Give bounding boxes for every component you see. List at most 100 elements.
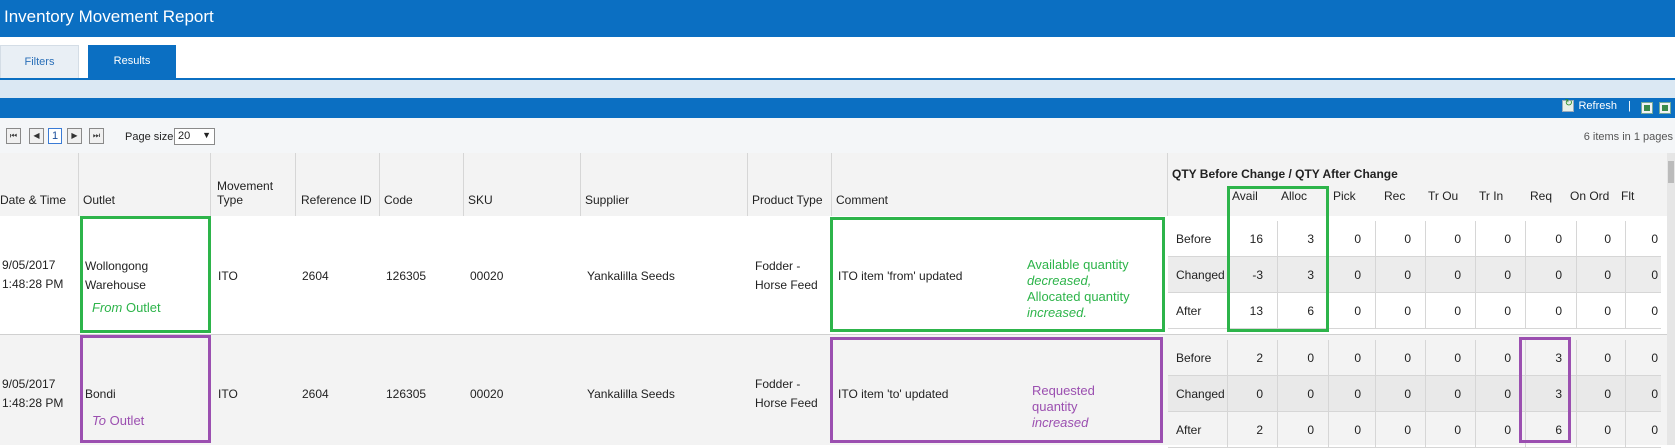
qty-value-on-ord: 0 [1604, 268, 1611, 282]
purple-note-line2: quantity [1032, 399, 1078, 414]
row-date: 9/05/2017 [2, 377, 56, 391]
qty-subrow-label: Changed [1176, 268, 1225, 282]
qty-subgrid-divider [1525, 293, 1526, 329]
refresh-icon [1562, 98, 1575, 112]
tab-filters[interactable]: Filters [0, 45, 79, 78]
qty-value-rec: 0 [1404, 387, 1411, 401]
qty-value-pick: 0 [1354, 387, 1361, 401]
col-tr-in[interactable]: Tr In [1479, 189, 1503, 203]
row-reference-id: 2604 [302, 269, 329, 283]
qty-subgrid-divider [1425, 376, 1426, 412]
col-req[interactable]: Req [1530, 189, 1552, 203]
comment-highlight-to [830, 337, 1163, 443]
col-reference-id[interactable]: Reference ID [301, 193, 372, 207]
col-sku[interactable]: SKU [468, 193, 493, 207]
row-code: 126305 [386, 269, 427, 283]
qty-subgrid-divider [1425, 257, 1426, 293]
qty-subgrid-divider [1625, 376, 1626, 412]
qty-subrow-label: After [1176, 304, 1202, 318]
qty-subgrid-divider [1277, 340, 1278, 376]
col-movement-type-line2[interactable]: Type [217, 193, 243, 207]
col-outlet[interactable]: Outlet [83, 193, 115, 207]
qty-subrow-before: Before 2 0 0 0 0 0 3 0 0 [1168, 340, 1661, 376]
qty-value-on-ord: 0 [1604, 351, 1611, 365]
row-product-type-line1: Fodder - [755, 377, 801, 391]
next-page-button[interactable]: ▶ [67, 128, 82, 144]
qty-subgrid-divider [1328, 340, 1329, 376]
qty-value-avail: 0 [1256, 387, 1263, 401]
prev-page-button[interactable]: ◀ [29, 128, 44, 144]
qty-subrow-label: Changed [1176, 387, 1225, 401]
qty-subgrid-divider [1576, 340, 1577, 376]
qty-value-tr-ou: 0 [1454, 304, 1461, 318]
to-outlet-callout: To Outlet [92, 413, 144, 429]
qty-subgrid-divider [1375, 293, 1376, 329]
qty-subgrid-divider [1576, 412, 1577, 448]
qty-value-rec: 0 [1404, 268, 1411, 282]
row-code: 126305 [386, 387, 427, 401]
export-excel-icon[interactable] [1641, 102, 1653, 114]
qty-subrow-after: After 2 0 0 0 0 0 6 0 0 [1168, 412, 1661, 448]
qty-value-pick: 0 [1354, 351, 1361, 365]
col-flt[interactable]: Flt [1621, 189, 1634, 203]
qty-subgrid-divider [1425, 340, 1426, 376]
qty-value-tr-in: 0 [1504, 423, 1511, 437]
qty-value-tr-ou: 0 [1454, 423, 1461, 437]
row-time: 1:48:28 PM [2, 396, 64, 410]
qty-value-alloc: 0 [1307, 351, 1314, 365]
first-page-button[interactable]: ⏮ [6, 128, 21, 144]
qty-subgrid-divider [1576, 257, 1577, 293]
qty-subgrid-divider [1375, 257, 1376, 293]
qty-subgrid-divider [1525, 221, 1526, 257]
row-sku: 00020 [470, 387, 504, 401]
qty-value-tr-in: 0 [1504, 232, 1511, 246]
qty-subrow-changed: Changed 0 0 0 0 0 0 3 0 0 [1168, 376, 1661, 412]
refresh-button[interactable]: Refresh [1562, 98, 1617, 112]
qty-subgrid-divider [1425, 293, 1426, 329]
qty-value-flt: 0 [1651, 423, 1658, 437]
col-tr-out[interactable]: Tr Ou [1428, 189, 1458, 203]
purple-note-line3: increased [1032, 415, 1089, 430]
col-supplier[interactable]: Supplier [585, 193, 629, 207]
grid-toolbar: Refresh | [0, 98, 1675, 118]
qty-value-avail: 2 [1256, 423, 1263, 437]
col-code[interactable]: Code [384, 193, 413, 207]
vertical-scrollbar[interactable] [1667, 153, 1675, 445]
page-number-1[interactable]: 1 [48, 128, 62, 144]
qty-value-on-ord: 0 [1604, 304, 1611, 318]
from-outlet-callout: From Outlet [92, 300, 161, 316]
qty-subgrid-divider [1277, 376, 1278, 412]
qty-subgrid-divider [1375, 412, 1376, 448]
col-pick[interactable]: Pick [1333, 189, 1356, 203]
qty-value-pick: 0 [1354, 423, 1361, 437]
row-time: 1:48:28 PM [2, 277, 64, 291]
tab-results[interactable]: Results [88, 45, 176, 78]
purple-note-line1: Requested [1032, 383, 1095, 398]
row-sku: 00020 [470, 269, 504, 283]
col-on-ord[interactable]: On Ord [1570, 189, 1609, 203]
col-rec[interactable]: Rec [1384, 189, 1405, 203]
qty-subgrid-divider [1576, 293, 1577, 329]
qty-value-tr-ou: 0 [1454, 268, 1461, 282]
last-page-button[interactable]: ⏭ [89, 128, 104, 144]
col-comment[interactable]: Comment [836, 193, 888, 207]
col-product-type[interactable]: Product Type [752, 193, 823, 207]
scrollbar-thumb[interactable] [1668, 161, 1674, 183]
qty-value-flt: 0 [1651, 351, 1658, 365]
qty-subgrid-divider [1375, 221, 1376, 257]
col-movement-type-line1[interactable]: Movement [217, 179, 273, 193]
pager: ⏮ ◀ 1 ▶ ⏭ Page size: 20 ▼ 6 items in 1 p… [0, 118, 1675, 154]
toolbar-separator: | [1628, 100, 1631, 112]
row-supplier: Yankalilla Seeds [587, 387, 675, 401]
title-bar: Inventory Movement Report [0, 0, 1675, 37]
page-size-value: 20 [178, 130, 191, 142]
qty-subgrid-divider [1625, 412, 1626, 448]
page-size-select[interactable]: 20 ▼ [174, 128, 215, 145]
qty-subrow-label: Before [1176, 232, 1212, 246]
export-csv-icon[interactable] [1659, 102, 1671, 114]
col-datetime[interactable]: Date & Time [0, 193, 66, 207]
row-movement-type: ITO [218, 387, 238, 401]
qty-value-pick: 0 [1354, 232, 1361, 246]
qty-value-on-ord: 0 [1604, 387, 1611, 401]
green-note-line1: Available quantity [1027, 257, 1129, 272]
